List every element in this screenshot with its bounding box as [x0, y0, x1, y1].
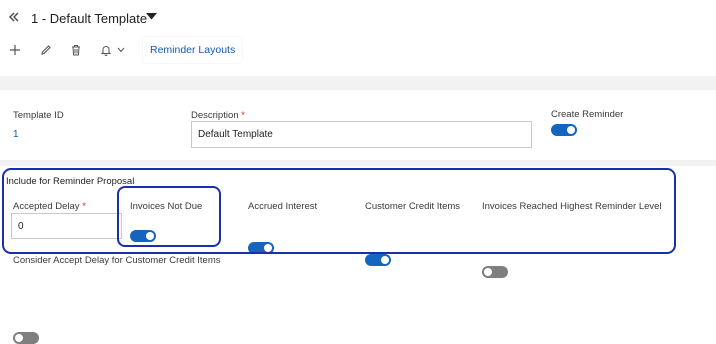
collapse-double-chevron-icon[interactable]	[8, 11, 20, 23]
required-mark: *	[241, 110, 245, 121]
edit-pencil-icon[interactable]	[37, 41, 55, 59]
page-title: 1 - Default Template	[31, 11, 148, 26]
tab-reminder-layouts[interactable]: Reminder Layouts	[143, 37, 243, 63]
template-id-label: Template ID	[13, 110, 64, 121]
consider-accept-delay-toggle[interactable]	[13, 332, 39, 344]
description-field[interactable]: Default Template	[191, 121, 532, 148]
toggle-knob	[15, 334, 23, 342]
create-reminder-toggle[interactable]	[551, 124, 577, 136]
template-id-value: 1	[13, 129, 19, 140]
annotation-outline-invoices-not-due	[117, 186, 221, 247]
section-divider-2	[0, 160, 716, 166]
description-value: Default Template	[198, 129, 273, 140]
create-reminder-label: Create Reminder	[551, 109, 624, 120]
toggle-knob	[381, 256, 389, 264]
description-label: Description *	[191, 110, 245, 121]
section-divider	[0, 76, 716, 90]
add-icon[interactable]	[6, 41, 24, 59]
annotation-outline-proposal	[2, 168, 676, 254]
toggle-knob	[484, 268, 492, 276]
toggle-knob	[567, 126, 575, 134]
bell-dropdown-chevron-icon[interactable]	[115, 41, 127, 59]
consider-accept-delay-label: Consider Accept Delay for Customer Credi…	[13, 255, 221, 266]
highest-reminder-level-toggle[interactable]	[482, 266, 508, 278]
title-dropdown-caret-icon[interactable]	[146, 13, 157, 20]
delete-trash-icon[interactable]	[67, 41, 85, 59]
description-label-text: Description	[191, 110, 239, 121]
notification-bell-icon[interactable]	[97, 41, 115, 59]
customer-credit-items-toggle[interactable]	[365, 254, 391, 266]
